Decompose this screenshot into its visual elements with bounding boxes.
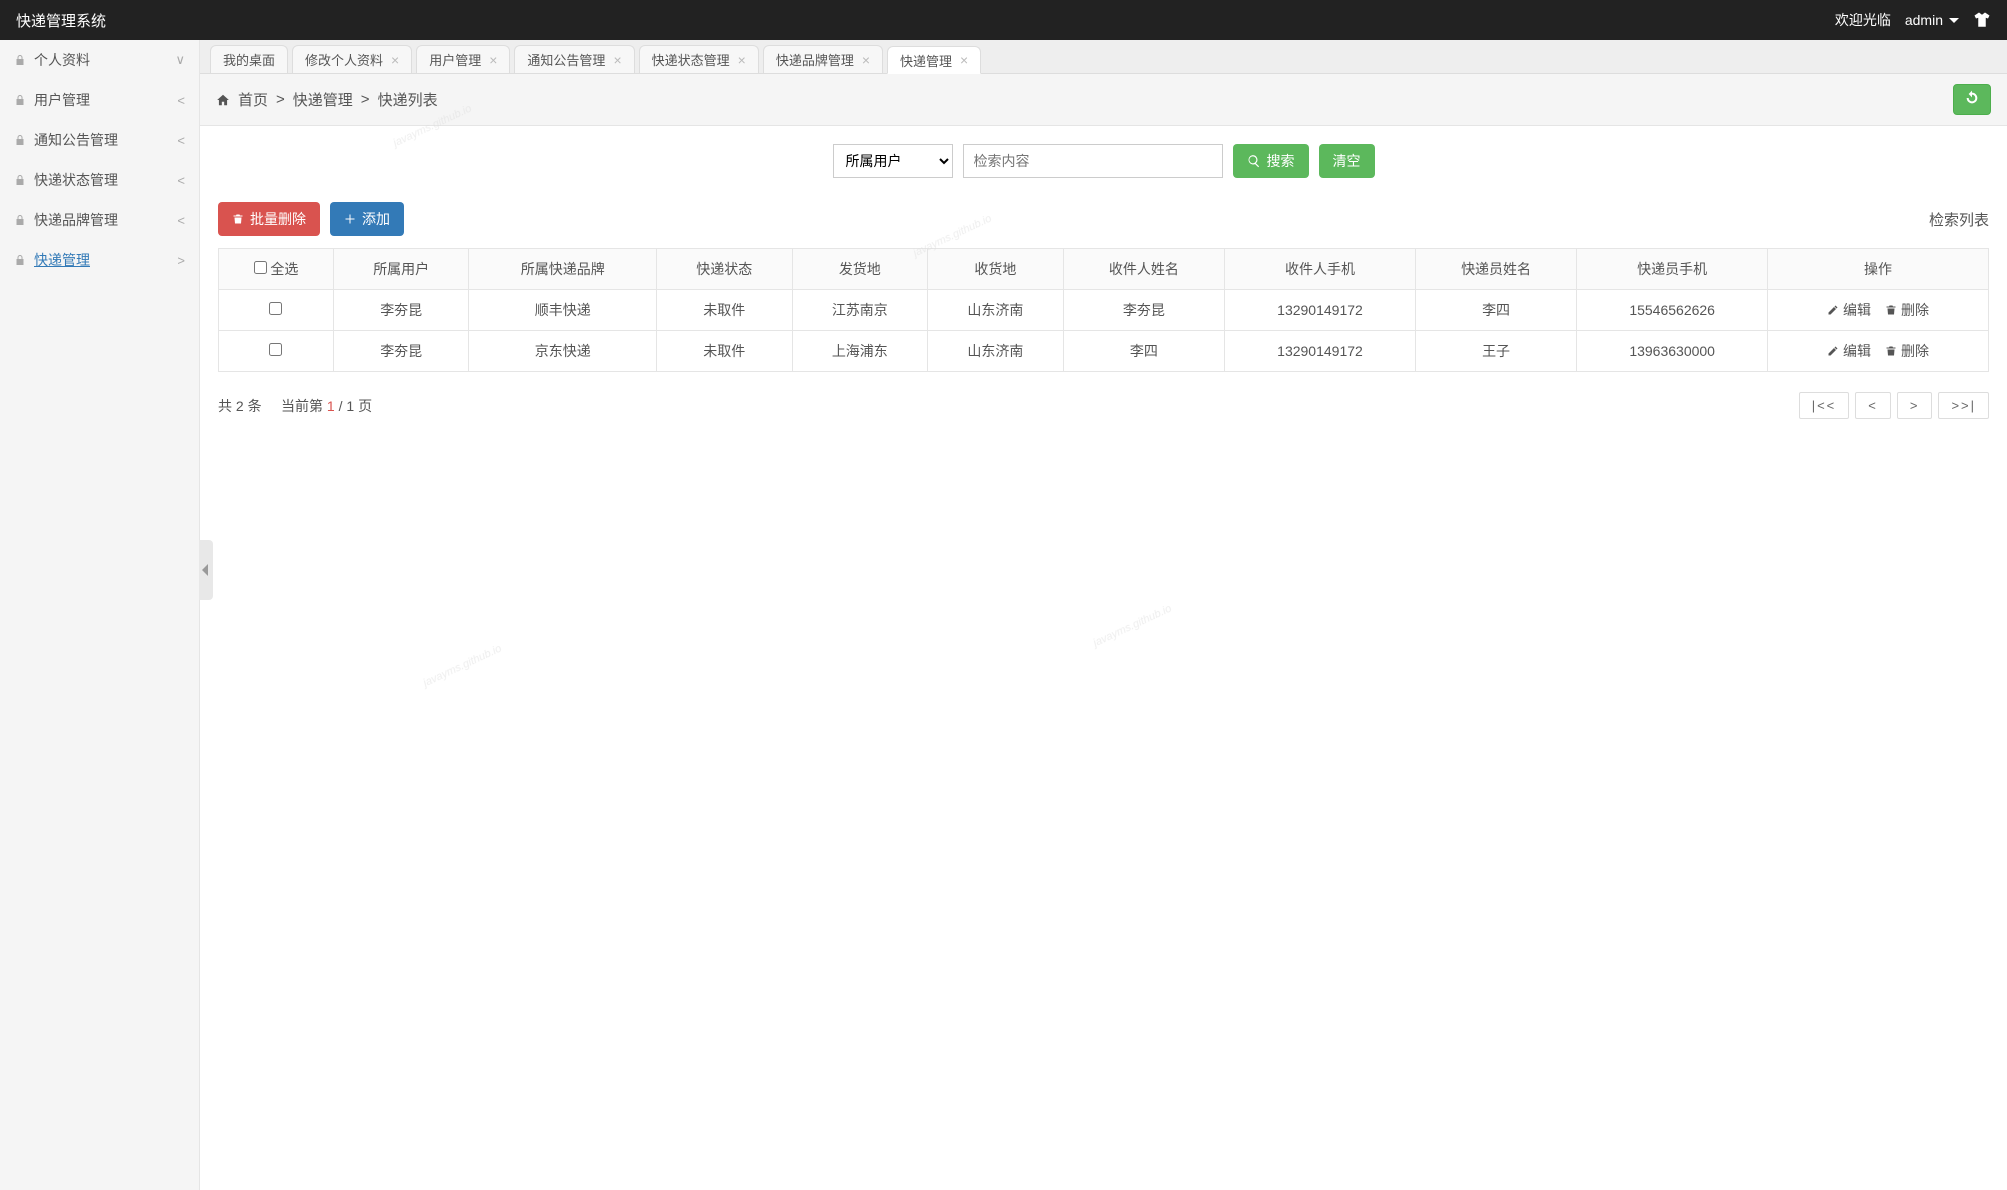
sidebar-item-3[interactable]: 快递状态管理< bbox=[0, 160, 199, 200]
top-header: 快递管理系统 欢迎光临 admin bbox=[0, 0, 2007, 40]
pager: |<< < > >>| bbox=[1799, 392, 1989, 419]
sidebar-item-4[interactable]: 快递品牌管理< bbox=[0, 200, 199, 240]
sidebar-item-5[interactable]: 快递管理> bbox=[0, 240, 199, 280]
tab-0[interactable]: 我的桌面 bbox=[210, 45, 288, 73]
page-prev-button[interactable]: < bbox=[1855, 392, 1891, 419]
user-menu[interactable]: admin bbox=[1905, 12, 1959, 28]
list-title: 检索列表 bbox=[1929, 209, 1989, 230]
refresh-icon bbox=[1964, 90, 1980, 106]
table-row: 李夯昆京东快递未取件上海浦东山东济南李四13290149172王子1396363… bbox=[219, 331, 1989, 372]
refresh-button[interactable] bbox=[1953, 84, 1991, 115]
row-check[interactable] bbox=[269, 343, 282, 356]
delete-link[interactable]: 删除 bbox=[1885, 300, 1929, 320]
tab-close-icon[interactable]: × bbox=[960, 52, 968, 68]
username: admin bbox=[1905, 12, 1943, 28]
breadcrumb: 首页 > 快递管理 > 快递列表 bbox=[216, 89, 438, 110]
sidebar-item-0[interactable]: 个人资料∨ bbox=[0, 40, 199, 80]
clear-button[interactable]: 清空 bbox=[1319, 144, 1375, 178]
row-check[interactable] bbox=[269, 302, 282, 315]
tab-close-icon[interactable]: × bbox=[489, 52, 497, 68]
tab-3[interactable]: 通知公告管理× bbox=[514, 45, 634, 73]
crumb-home[interactable]: 首页 bbox=[238, 89, 268, 110]
check-all[interactable] bbox=[254, 261, 267, 274]
tab-1[interactable]: 修改个人资料× bbox=[292, 45, 412, 73]
app-title: 快递管理系统 bbox=[16, 10, 106, 31]
welcome-text: 欢迎光临 bbox=[1835, 10, 1891, 30]
tab-bar: 我的桌面修改个人资料×用户管理×通知公告管理×快递状态管理×快递品牌管理×快递管… bbox=[200, 40, 2007, 74]
toolbar: 批量删除 添加 检索列表 bbox=[218, 202, 1989, 236]
sidebar: 个人资料∨用户管理<通知公告管理<快递状态管理<快递品牌管理<快递管理> bbox=[0, 40, 200, 1190]
page-next-button[interactable]: > bbox=[1897, 392, 1933, 419]
crumb-page: 快递列表 bbox=[378, 89, 438, 110]
edit-link[interactable]: 编辑 bbox=[1827, 300, 1871, 320]
theme-icon[interactable] bbox=[1973, 11, 1991, 29]
tab-close-icon[interactable]: × bbox=[738, 52, 746, 68]
tab-6[interactable]: 快递管理× bbox=[887, 46, 981, 74]
table-row: 李夯昆顺丰快递未取件江苏南京山东济南李夯昆13290149172李四155465… bbox=[219, 290, 1989, 331]
search-bar: 所属用户 搜索 清空 bbox=[218, 144, 1989, 178]
page-last-button[interactable]: >>| bbox=[1938, 392, 1989, 419]
tab-close-icon[interactable]: × bbox=[862, 52, 870, 68]
delete-link[interactable]: 删除 bbox=[1885, 341, 1929, 361]
tab-close-icon[interactable]: × bbox=[391, 52, 399, 68]
home-icon bbox=[216, 93, 230, 107]
search-input[interactable] bbox=[963, 144, 1223, 178]
sidebar-item-2[interactable]: 通知公告管理< bbox=[0, 120, 199, 160]
bulk-delete-button[interactable]: 批量删除 bbox=[218, 202, 320, 236]
search-icon bbox=[1247, 154, 1261, 168]
pager-info: 共 2 条 当前第 1 / 1 页 bbox=[218, 396, 372, 416]
plus-icon bbox=[344, 213, 356, 225]
data-table: 全选所属用户所属快递品牌快递状态发货地收货地收件人姓名收件人手机快递员姓名快递员… bbox=[218, 248, 1989, 372]
edit-link[interactable]: 编辑 bbox=[1827, 341, 1871, 361]
breadcrumb-bar: 首页 > 快递管理 > 快递列表 bbox=[200, 74, 2007, 126]
chevron-down-icon bbox=[1949, 18, 1959, 28]
trash-icon bbox=[232, 213, 244, 225]
add-button[interactable]: 添加 bbox=[330, 202, 404, 236]
tab-2[interactable]: 用户管理× bbox=[416, 45, 510, 73]
tab-close-icon[interactable]: × bbox=[613, 52, 621, 68]
page-first-button[interactable]: |<< bbox=[1799, 392, 1850, 419]
owner-select[interactable]: 所属用户 bbox=[833, 144, 953, 178]
crumb-section[interactable]: 快递管理 bbox=[293, 89, 353, 110]
tab-4[interactable]: 快递状态管理× bbox=[639, 45, 759, 73]
tab-5[interactable]: 快递品牌管理× bbox=[763, 45, 883, 73]
sidebar-item-1[interactable]: 用户管理< bbox=[0, 80, 199, 120]
sidebar-collapse-handle[interactable] bbox=[199, 540, 213, 600]
search-button[interactable]: 搜索 bbox=[1233, 144, 1309, 178]
